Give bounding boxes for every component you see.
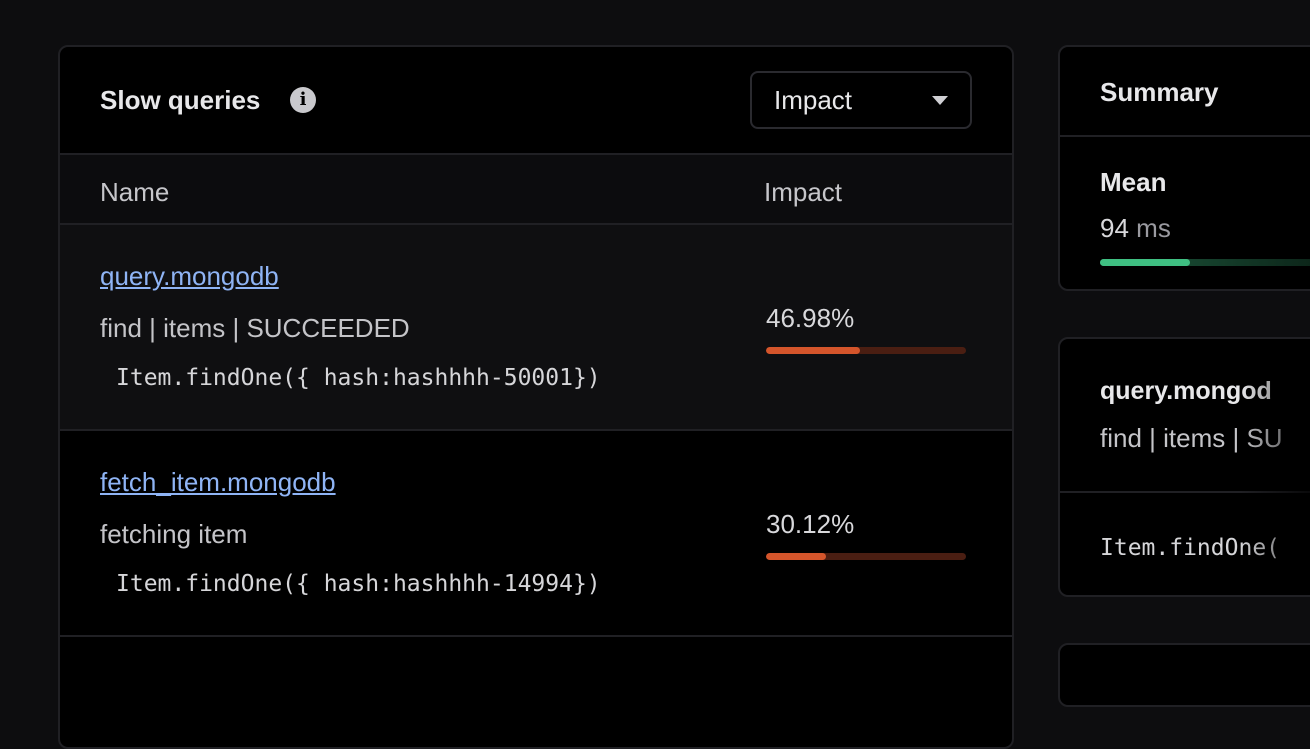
summary-card: Summary Mean 94 ms [1058, 45, 1310, 291]
mean-label: Mean [1100, 167, 1167, 197]
slow-queries-panel: Slow queries i Impact Name Impact query.… [58, 45, 1014, 749]
table-header: Name Impact [60, 155, 1012, 225]
mean-value: 94 ms [1100, 213, 1171, 244]
column-header-impact: Impact [764, 177, 843, 207]
impact-percent: 30.12% [766, 509, 855, 539]
summary-title: Summary [1100, 77, 1219, 107]
summary-header: Summary [1060, 47, 1310, 137]
table-row[interactable]: fetch_item.mongodb fetching item Item.fi… [60, 431, 1012, 637]
query-name-link[interactable]: fetch_item.mongodb [100, 467, 336, 498]
query-code: Item.findOne({ hash:hashhhh-50001}) [116, 365, 601, 391]
sort-select-value: Impact [774, 85, 853, 115]
column-header-name: Name [100, 177, 170, 207]
impact-bar [766, 347, 966, 354]
fade-overlay [1240, 339, 1310, 595]
info-icon[interactable]: i [290, 87, 316, 113]
mean-unit: ms [1136, 213, 1171, 243]
slow-queries-title: Slow queries [100, 85, 261, 115]
table-row[interactable]: query.mongodb find | items | SUCCEEDED I… [60, 225, 1012, 431]
query-detail-card: query.mongod find | items | SU Item.find… [1058, 337, 1310, 597]
next-card [1058, 643, 1310, 707]
impact-bar-fill [766, 347, 860, 354]
query-description: fetching item [100, 519, 248, 549]
impact-percent: 46.98% [766, 303, 855, 333]
mean-number: 94 [1100, 213, 1129, 243]
sort-select[interactable]: Impact [750, 71, 972, 129]
query-description: find | items | SUCCEEDED [100, 313, 410, 343]
impact-bar [766, 553, 966, 560]
chevron-down-icon [932, 96, 948, 105]
query-code: Item.findOne({ hash:hashhhh-14994}) [116, 571, 601, 597]
impact-bar-fill [766, 553, 827, 560]
slow-queries-header: Slow queries i Impact [60, 47, 1012, 155]
query-name-link[interactable]: query.mongodb [100, 261, 279, 292]
mean-bar-fill [1100, 259, 1190, 266]
